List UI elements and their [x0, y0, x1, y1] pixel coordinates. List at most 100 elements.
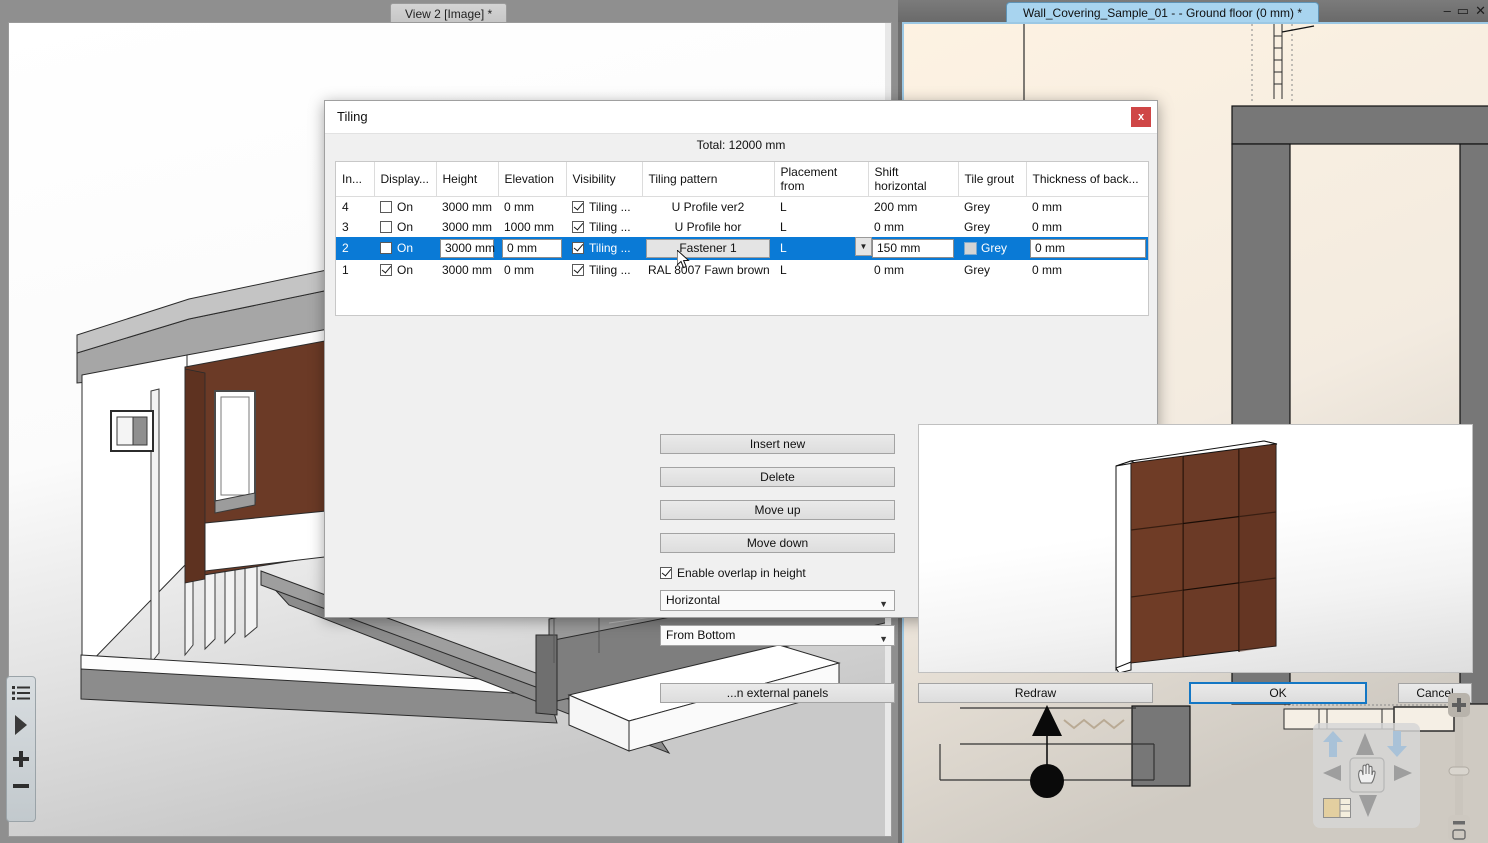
- tiling-preview-panel[interactable]: [918, 424, 1473, 673]
- cell-tile-grout[interactable]: Grey: [958, 217, 1026, 237]
- col-elevation[interactable]: Elevation: [498, 162, 567, 197]
- plus-icon[interactable]: [12, 750, 30, 768]
- ok-button[interactable]: OK: [1189, 682, 1367, 704]
- col-height[interactable]: Height: [436, 162, 499, 197]
- display-label: On: [397, 262, 414, 277]
- col-index[interactable]: In...: [336, 162, 375, 197]
- origin-select[interactable]: From Bottom ▼: [660, 625, 895, 646]
- origin-select-value: From Bottom: [666, 628, 736, 642]
- table-row[interactable]: 1 On 3000 mm 0 mm Tiling ... RAL 8007 Fa…: [336, 260, 1148, 280]
- cell-shift-horizontal[interactable]: 200 mm: [868, 197, 958, 217]
- col-display[interactable]: Display...: [374, 162, 437, 197]
- cell-visibility[interactable]: Tiling ...: [566, 236, 642, 260]
- elevation-input[interactable]: 0 mm: [502, 238, 562, 258]
- visibility-checkbox[interactable]: [572, 242, 584, 254]
- play-triangle-icon[interactable]: [13, 714, 29, 736]
- cell-tile-grout[interactable]: Grey: [958, 197, 1026, 217]
- arrow-down-thick-icon[interactable]: [1387, 731, 1407, 757]
- cell-height[interactable]: 3000 mm: [436, 260, 498, 280]
- cell-tile-grout[interactable]: Grey: [958, 260, 1026, 280]
- cell-visibility[interactable]: Tiling ...: [566, 217, 642, 237]
- cell-tiling-pattern[interactable]: RAL 8007 Fawn brown: [642, 260, 774, 280]
- arrow-up-small-icon[interactable]: [1356, 733, 1374, 755]
- cell-placement-from[interactable]: L: [774, 217, 868, 237]
- col-placement-from[interactable]: Placement from: [774, 162, 869, 197]
- cell-elevation[interactable]: 0 mm: [498, 260, 566, 280]
- tab-wall-covering-sample-label: Wall_Covering_Sample_01 - - Ground floor…: [1023, 6, 1302, 20]
- layer-swatch-icon[interactable]: [1323, 798, 1351, 818]
- col-tile-grout[interactable]: Tile grout: [958, 162, 1027, 197]
- visibility-checkbox[interactable]: [572, 220, 584, 233]
- cell-shift-horizontal[interactable]: 0 mm: [868, 260, 958, 280]
- visibility-checkbox[interactable]: [572, 200, 584, 213]
- cell-thickness-back[interactable]: 0 mm: [1026, 260, 1148, 280]
- cell-height[interactable]: 3000 mm: [436, 236, 498, 260]
- cell-tiling-pattern[interactable]: U Profile hor: [642, 217, 774, 237]
- cell-tiling-pattern[interactable]: U Profile ver2: [642, 197, 774, 217]
- cell-elevation[interactable]: 0 mm: [498, 236, 566, 260]
- cell-height[interactable]: 3000 mm: [436, 197, 498, 217]
- cell-shift-horizontal[interactable]: 0 mm: [868, 217, 958, 237]
- enable-overlap-checkbox[interactable]: [660, 567, 672, 579]
- pan-hand-icon[interactable]: [1349, 757, 1385, 793]
- arrow-up-thick-icon[interactable]: [1323, 731, 1343, 757]
- enable-overlap-row[interactable]: Enable overlap in height: [660, 566, 895, 580]
- col-shift-horizontal[interactable]: Shift horizontal: [868, 162, 959, 197]
- list-icon[interactable]: [12, 686, 30, 700]
- cell-thickness-back[interactable]: 0 mm: [1026, 217, 1148, 237]
- table-row-selected[interactable]: 2 On 3000 mm 0 mm Tiling ... Fastener 1 …: [336, 236, 1148, 260]
- visibility-checkbox[interactable]: [572, 263, 584, 276]
- redraw-button[interactable]: Redraw: [918, 683, 1153, 703]
- cell-visibility[interactable]: Tiling ...: [566, 197, 642, 217]
- display-checkbox[interactable]: [380, 220, 392, 233]
- close-icon[interactable]: ✕: [1475, 4, 1486, 17]
- tiling-table-wrapper[interactable]: In... Display... Height Elevation Visibi…: [335, 161, 1149, 316]
- table-row[interactable]: 4 On 3000 mm 0 mm Tiling ... U Profile v…: [336, 197, 1148, 217]
- cell-tiling-pattern[interactable]: Fastener 1: [642, 236, 774, 260]
- cell-display[interactable]: On: [374, 236, 436, 260]
- minus-icon[interactable]: [12, 782, 30, 790]
- display-checkbox[interactable]: [380, 263, 392, 276]
- cell-thickness-back[interactable]: 0 mm: [1026, 197, 1148, 217]
- cell-visibility[interactable]: Tiling ...: [566, 260, 642, 280]
- col-thickness-back[interactable]: Thickness of back...: [1026, 162, 1148, 197]
- cell-height[interactable]: 3000 mm: [436, 217, 498, 237]
- display-checkbox[interactable]: [380, 200, 392, 213]
- cell-placement-from[interactable]: L: [774, 197, 868, 217]
- cell-tile-grout[interactable]: Grey: [958, 236, 1026, 260]
- chevron-down-icon[interactable]: ▼: [855, 236, 872, 256]
- dialog-left-controls: Insert new Delete Move up Move down Enab…: [660, 434, 895, 660]
- delete-button[interactable]: Delete: [660, 467, 895, 487]
- cell-elevation[interactable]: 1000 mm: [498, 217, 566, 237]
- tile-grout-color-swatch[interactable]: [964, 241, 977, 255]
- dialog-close-button[interactable]: x: [1131, 107, 1151, 127]
- cell-thickness-back[interactable]: 0 mm: [1026, 236, 1148, 260]
- minimize-icon[interactable]: –: [1444, 4, 1451, 17]
- arrow-right-small-icon[interactable]: [1394, 765, 1412, 781]
- orientation-select[interactable]: Horizontal ▼: [660, 590, 895, 611]
- cell-display[interactable]: On: [374, 260, 436, 280]
- arrow-left-small-icon[interactable]: [1323, 765, 1341, 781]
- cell-display[interactable]: On: [374, 217, 436, 237]
- tab-wall-covering-sample[interactable]: Wall_Covering_Sample_01 - - Ground floor…: [1006, 2, 1319, 24]
- cell-shift-horizontal[interactable]: 150 mm: [868, 236, 958, 260]
- shift-horizontal-input[interactable]: 150 mm: [872, 238, 954, 258]
- display-checkbox[interactable]: [380, 242, 392, 254]
- cell-placement-from[interactable]: L ▼: [774, 236, 872, 260]
- maximize-icon[interactable]: ▭: [1457, 4, 1469, 17]
- zoom-slider[interactable]: [1444, 693, 1474, 843]
- insert-new-button[interactable]: Insert new: [660, 434, 895, 454]
- move-down-button[interactable]: Move down: [660, 533, 895, 553]
- cell-placement-from[interactable]: L: [774, 260, 868, 280]
- table-row[interactable]: 3 On 3000 mm 1000 mm Tiling ... U Profil…: [336, 217, 1148, 237]
- height-input[interactable]: 3000 mm: [440, 238, 495, 258]
- col-visibility[interactable]: Visibility: [566, 162, 643, 197]
- move-up-button[interactable]: Move up: [660, 500, 895, 520]
- col-tiling-pattern[interactable]: Tiling pattern: [642, 162, 775, 197]
- external-panels-button[interactable]: ...n external panels: [660, 683, 895, 703]
- thickness-back-input[interactable]: 0 mm: [1030, 238, 1146, 258]
- cell-elevation[interactable]: 0 mm: [498, 197, 566, 217]
- cell-display[interactable]: On: [374, 197, 436, 217]
- arrow-down-small-icon[interactable]: [1359, 795, 1377, 817]
- tiling-pattern-button[interactable]: Fastener 1: [646, 238, 770, 258]
